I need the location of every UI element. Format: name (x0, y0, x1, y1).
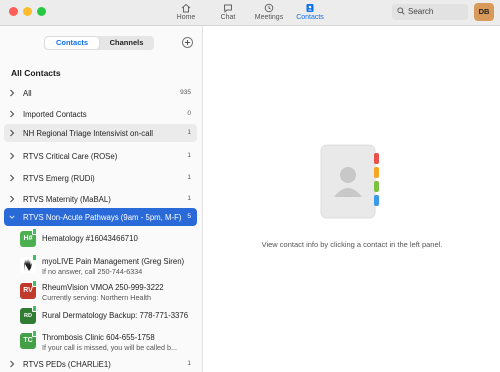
tab-chat-label: Chat (220, 14, 236, 21)
contact-status: If your call is missed, you will be call… (42, 343, 178, 352)
group-row-peds[interactable]: RTVS PEDs (CHARLiE1) 1 (4, 355, 197, 372)
group-name: RTVS Critical Care (ROSe) (23, 152, 118, 161)
search-placeholder: Search (408, 7, 434, 16)
chevron-right-icon (10, 360, 15, 368)
group-name: RTVS Emerg (RUDi) (23, 174, 95, 183)
group-count: 935 (180, 89, 191, 96)
chevron-down-icon (9, 215, 15, 219)
address-book-icon (320, 144, 379, 219)
contact-name: Rural Dermatology Backup: 778-771-3376 (42, 311, 189, 320)
group-count: 5 (187, 213, 191, 220)
empty-state-hint: View contact info by clicking a contact … (261, 240, 443, 249)
add-contact-button[interactable] (182, 37, 193, 48)
group-count: 1 (187, 195, 191, 202)
contact-item[interactable]: RD Rural Dermatology Backup: 778-771-337… (20, 305, 200, 331)
online-status-icon (32, 228, 37, 235)
search-icon (397, 7, 405, 15)
tab-meetings[interactable]: Meetings (247, 3, 291, 25)
home-icon (181, 3, 191, 13)
contact-name: RheumVision VMOA 250-999-3222 (42, 283, 164, 292)
group-name: RTVS PEDs (CHARLiE1) (23, 360, 111, 369)
tab-meetings-label: Meetings (254, 14, 284, 21)
online-status-icon (32, 305, 37, 312)
tab-home[interactable]: Home (164, 3, 208, 25)
online-status-icon (32, 330, 37, 337)
group-name: NH Regional Triage Intensivist on-call (23, 129, 154, 138)
zoom-window-button[interactable] (37, 7, 46, 16)
chevron-right-icon (10, 174, 15, 182)
group-count: 1 (187, 174, 191, 181)
search-input[interactable]: Search (392, 4, 468, 20)
contacts-sidebar: Contacts Channels All Contacts All 935 I… (0, 26, 203, 372)
group-row-maternity[interactable]: RTVS Maternity (MaBAL) 1 (4, 190, 197, 208)
tab-chat[interactable]: Chat (206, 3, 250, 25)
all-contacts-heading: All Contacts (11, 68, 61, 78)
group-name: RTVS Non-Acute Pathways (9am - 5pm, M-F) (23, 213, 182, 222)
tab-home-label: Home (176, 14, 196, 21)
minimize-window-button[interactable] (23, 7, 32, 16)
group-count: 1 (187, 360, 191, 367)
close-window-button[interactable] (9, 7, 18, 16)
chevron-right-icon (10, 110, 15, 118)
chevron-right-icon (10, 195, 15, 203)
group-row-all[interactable]: All 935 (4, 84, 197, 102)
online-status-icon (32, 280, 37, 287)
chevron-right-icon (10, 152, 15, 160)
group-name: Imported Contacts (23, 110, 87, 119)
segment-channels[interactable]: Channels (100, 37, 153, 49)
group-count: 1 (187, 129, 191, 136)
segment-contacts[interactable]: Contacts (45, 37, 99, 49)
group-count: 1 (187, 152, 191, 159)
group-row-critical-care[interactable]: RTVS Critical Care (ROSe) 1 (4, 147, 197, 165)
contact-name: Thrombosis Clinic 604-655-1758 (42, 333, 155, 342)
online-status-icon (32, 254, 37, 261)
contact-name: myoLIVE Pain Management (Greg Siren) (42, 257, 185, 266)
title-bar: Home Chat Meetings Contacts Search DB (0, 0, 500, 26)
tab-contacts-label: Contacts (296, 14, 324, 21)
chevron-right-icon (10, 129, 15, 137)
tab-contacts[interactable]: Contacts (288, 3, 332, 25)
user-avatar[interactable]: DB (474, 3, 494, 21)
group-count: 0 (187, 110, 191, 117)
group-name: All (23, 89, 32, 98)
contact-item[interactable]: RV RheumVision VMOA 250-999-3222 Current… (20, 280, 200, 306)
segmented-control: Contacts Channels (44, 36, 154, 50)
contact-name: Hematology #16043466710 (42, 234, 138, 243)
group-row-non-acute[interactable]: RTVS Non-Acute Pathways (9am - 5pm, M-F)… (4, 208, 197, 226)
chevron-right-icon (10, 89, 15, 97)
contact-item[interactable]: H# Hematology #16043466710 (20, 228, 200, 254)
contact-status: Currently serving: Northern Health (42, 293, 152, 302)
chat-icon (224, 4, 232, 13)
group-row-nh-triage[interactable]: NH Regional Triage Intensivist on-call 1 (4, 124, 197, 142)
contacts-icon (306, 4, 314, 12)
group-row-emerg[interactable]: RTVS Emerg (RUDi) 1 (4, 169, 197, 187)
contact-status: If no answer, call 250-744-6334 (42, 267, 143, 276)
group-name: RTVS Maternity (MaBAL) (23, 195, 111, 204)
contact-item[interactable]: myoLIVE Pain Management (Greg Siren) If … (20, 254, 200, 280)
group-row-imported[interactable]: Imported Contacts 0 (4, 105, 197, 123)
clock-icon (264, 3, 274, 13)
contact-item[interactable]: TC Thrombosis Clinic 604-655-1758 If you… (20, 330, 200, 356)
